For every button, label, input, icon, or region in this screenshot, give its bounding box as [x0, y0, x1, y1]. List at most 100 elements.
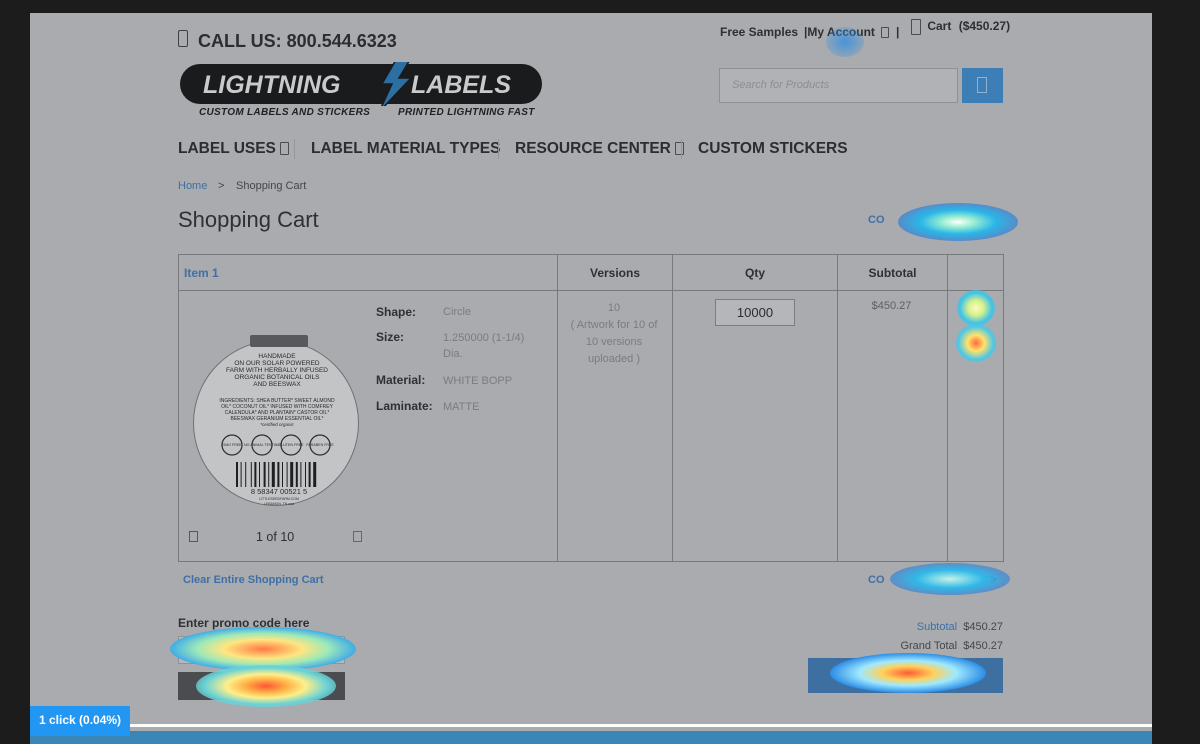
- size-label: Size:: [376, 330, 405, 344]
- promo-code-input[interactable]: [178, 636, 345, 664]
- size-value: 1.250000 (1-1/4): [443, 332, 525, 344]
- cart-link[interactable]: Cart ($450.27): [911, 19, 1010, 35]
- laminate-value: MATTE: [443, 401, 480, 413]
- logo-word-right: LABELS: [411, 71, 511, 99]
- nav-item-label-material-types[interactable]: LABEL MATERIAL TYPES: [311, 140, 500, 158]
- logo-word-left: LIGHTNING: [203, 71, 341, 99]
- barcode-bar: [236, 462, 238, 487]
- search-input[interactable]: Search for Products: [719, 68, 958, 103]
- label-text-l5: AND BEESWAX: [253, 381, 301, 388]
- barcode-bar: [282, 462, 283, 487]
- logo-tagline-right: PRINTED LIGHTNING FAST: [398, 107, 535, 118]
- barcode-bar: [245, 462, 247, 487]
- badge-paraben-free: PARABEN FREE: [306, 443, 334, 447]
- barcode-bar: [268, 462, 270, 487]
- size-value-unit: Dia.: [443, 348, 463, 360]
- badge-no-animal-testing: NO ANIMAL TESTING: [244, 443, 280, 447]
- material-value: WHITE BOPP: [443, 375, 513, 387]
- grand-total-label: Grand Total: [900, 640, 958, 652]
- quantity-input[interactable]: 10000: [715, 299, 795, 326]
- breadcrumb-separator: >: [218, 180, 225, 192]
- promo-label: Enter promo code here: [178, 616, 310, 630]
- versions-count: 10: [607, 302, 621, 314]
- search-button[interactable]: [962, 68, 1003, 103]
- barcode-bar: [305, 462, 306, 487]
- search-icon: [977, 77, 987, 93]
- previous-version-icon[interactable]: [189, 531, 198, 542]
- label-artwork-svg: HANDMADE ON OUR SOLAR POWERED FARM WITH …: [219, 353, 335, 506]
- barcode-bar: [271, 462, 275, 487]
- lightning-labels-logo[interactable]: LIGHTNING LABELS: [179, 62, 544, 106]
- chevron-down-icon: [675, 142, 685, 156]
- shape-label: Shape:: [376, 305, 417, 319]
- versions-cell: 10 ( Artwork for 10 of 10 versions uploa…: [557, 300, 671, 368]
- header-qty: Qty: [744, 266, 765, 280]
- version-pager: 1 of 10: [256, 530, 295, 544]
- barcode: [236, 462, 317, 487]
- item-subtotal: $450.27: [871, 300, 912, 312]
- barcode-bar: [313, 462, 317, 487]
- barcode-bar: [263, 462, 266, 487]
- barcode-bar: [277, 462, 280, 487]
- column-divider: [947, 255, 948, 561]
- apply-promo-button[interactable]: [178, 672, 345, 700]
- barcode-bar: [300, 462, 302, 487]
- laminate-label: Laminate:: [376, 399, 433, 413]
- footer-strip: [30, 731, 1152, 744]
- heatmap-viewport: CALL US: 800.544.6323 Free Samples |My A…: [30, 13, 1152, 744]
- grand-total-value: $450.27: [963, 640, 1003, 652]
- call-us-text: CALL US: 800.544.6323: [198, 31, 397, 51]
- header-versions: Versions: [589, 266, 641, 280]
- barcode-bar: [295, 462, 298, 487]
- my-account-link[interactable]: |My Account: [804, 25, 890, 39]
- header-subtotal: Subtotal: [868, 266, 917, 280]
- label-text-l2: ON OUR SOLAR POWERED: [234, 360, 320, 367]
- nav-divider: [681, 139, 682, 159]
- label-url: LITTLESEEDFARM.COM: [259, 497, 299, 501]
- next-version-icon[interactable]: [353, 531, 362, 542]
- barcode-bar: [240, 462, 242, 487]
- versions-note-1: ( Artwork for 10 of: [570, 319, 658, 331]
- label-text-l3: FARM WITH HERBALLY INFUSED: [226, 367, 328, 374]
- versions-note-2: 10 versions: [585, 336, 643, 348]
- material-label: Material:: [376, 373, 426, 387]
- nav-item-resource-center[interactable]: RESOURCE CENTER: [515, 140, 685, 158]
- edit-item-icon[interactable]: [969, 300, 981, 314]
- cart-icon: [911, 19, 921, 35]
- page-title: Shopping Cart: [178, 207, 319, 232]
- click-count-badge: 1 click (0.04%): [30, 706, 131, 736]
- label-text-l4: ORGANIC BOTANICAL OILS: [235, 374, 321, 381]
- page: CALL US: 800.544.6323 Free Samples |My A…: [30, 13, 1152, 744]
- totals-block: Subtotal $450.27 Grand Total $450.27: [900, 618, 1003, 656]
- versions-note-3: uploaded ): [588, 353, 640, 365]
- nav-divider: [498, 139, 499, 159]
- column-divider: [672, 255, 673, 561]
- clear-cart-link[interactable]: Clear Entire Shopping Cart: [183, 574, 324, 586]
- chevron-down-icon: [881, 27, 890, 39]
- barcode-bar: [286, 462, 288, 487]
- free-samples-link[interactable]: Free Samples: [720, 25, 798, 39]
- barcode-bar: [259, 462, 260, 487]
- nav-item-label-uses[interactable]: LABEL USES: [178, 140, 290, 158]
- ingredient-line-5: *certified organic: [260, 422, 294, 427]
- barcode-bar: [308, 462, 311, 487]
- delete-item-icon[interactable]: [969, 334, 981, 348]
- continue-shopping-link-bottom[interactable]: CO NG >: [868, 574, 996, 586]
- label-artwork-preview: HANDMADE ON OUR SOLAR POWERED FARM WITH …: [193, 335, 359, 506]
- barcode-bar: [290, 462, 294, 487]
- badge-gluten-free: GLUTEN FREE: [278, 443, 304, 447]
- chevron-down-icon: [280, 142, 290, 156]
- label-text-l1: HANDMADE: [258, 353, 296, 360]
- continue-shopping-link-top[interactable]: CO NG >: [868, 214, 996, 226]
- barcode-bar: [254, 462, 257, 487]
- label-location: LEBANON, TN usa: [264, 502, 294, 506]
- top-separator: |: [896, 25, 900, 39]
- barcode-bar: [250, 462, 252, 487]
- nav-divider: [294, 139, 295, 159]
- breadcrumb-home[interactable]: Home: [178, 180, 207, 192]
- barcode-number: 8 58347 00521 5: [251, 487, 307, 496]
- header-item: Item 1: [184, 266, 219, 280]
- subtotal-value: $450.27: [963, 621, 1003, 633]
- nav-item-custom-stickers[interactable]: CUSTOM STICKERS: [698, 140, 848, 158]
- checkout-button[interactable]: [808, 658, 1003, 693]
